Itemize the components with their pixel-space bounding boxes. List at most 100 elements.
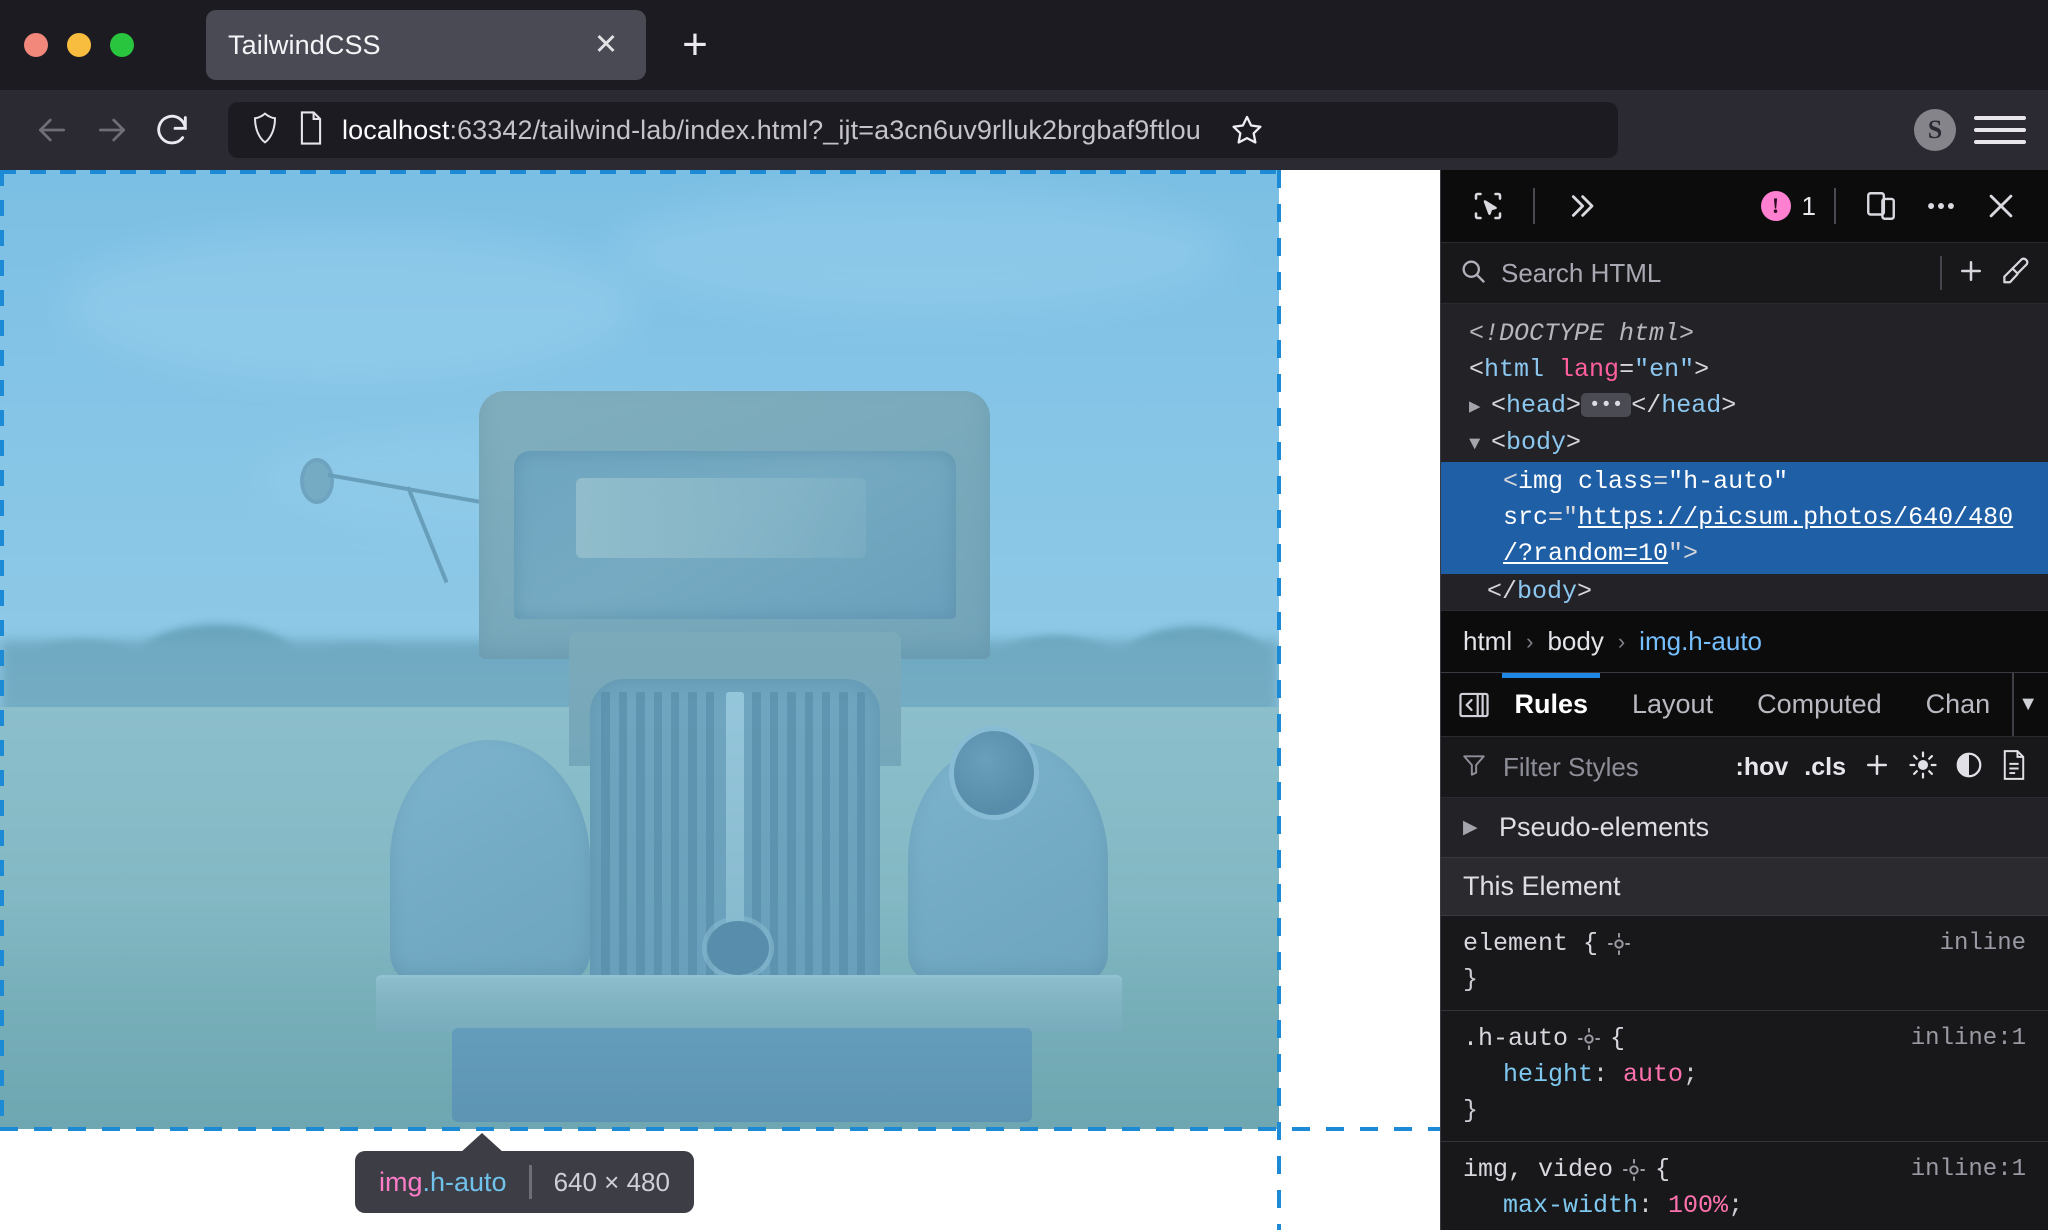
rule-selector[interactable]: element { — [1463, 926, 1598, 962]
dom-line-html-open[interactable]: <html lang="en"> — [1441, 352, 2048, 388]
search-input[interactable]: Search HTML — [1501, 258, 1926, 289]
navigation-toolbar: localhost:63342/tailwind-lab/index.html?… — [0, 90, 2048, 170]
minimize-window-button[interactable] — [67, 33, 91, 57]
tab-rules[interactable]: Rules — [1492, 673, 1610, 736]
highlight-target-icon[interactable] — [1576, 1026, 1602, 1052]
chevron-double-right-icon[interactable] — [1553, 182, 1607, 230]
css-declaration[interactable]: max-width: 100%; — [1463, 1188, 2026, 1224]
rule-source[interactable]: inline:1 — [1911, 1021, 2026, 1057]
collapsed-children-icon[interactable]: ••• — [1581, 393, 1632, 418]
dom-line-body-open[interactable]: ▼ <body> — [1441, 425, 2048, 462]
cloud — [63, 227, 640, 381]
class-toggle-button[interactable]: .cls — [1804, 753, 1846, 782]
search-divider — [1940, 256, 1942, 290]
filter-icon[interactable] — [1725, 1226, 1747, 1230]
rule-selector[interactable]: .h-auto — [1463, 1021, 1568, 1057]
pseudo-elements-row[interactable]: ▶ Pseudo-elements — [1441, 798, 2048, 859]
eyedropper-icon[interactable] — [2000, 256, 2030, 291]
highlight-target-icon[interactable] — [1606, 931, 1632, 957]
css-rule-element[interactable]: element { inline } — [1441, 916, 2048, 1012]
css-value[interactable]: 100% — [1668, 1191, 1728, 1220]
toolbar-right: S — [1854, 108, 2026, 152]
plus-icon[interactable]: + — [666, 16, 724, 74]
shield-icon[interactable] — [250, 111, 280, 150]
hover-toggle-button[interactable]: :hov — [1736, 753, 1789, 782]
tab-layout[interactable]: Layout — [1610, 673, 1735, 736]
error-badge[interactable]: ! 1 — [1760, 190, 1816, 222]
style-panel-tabs: Rules Layout Computed Chan ▼ — [1441, 672, 2048, 737]
error-count: 1 — [1801, 190, 1816, 221]
more-options-icon[interactable] — [1914, 182, 1968, 230]
star-icon[interactable] — [1219, 102, 1275, 158]
responsive-design-mode-icon[interactable] — [1854, 182, 1908, 230]
vintage-truck — [299, 390, 1122, 1123]
rules-section-header: This Element — [1441, 858, 2048, 917]
css-property[interactable]: max-width — [1463, 1191, 1638, 1220]
close-icon[interactable]: ✕ — [588, 27, 624, 63]
headlight — [949, 726, 1039, 821]
tab-changes[interactable]: Chan — [1904, 673, 2013, 736]
tooltip-tag: img — [379, 1166, 423, 1197]
rule-selector-row: img, video { inline:1 — [1463, 1152, 2026, 1188]
dom-line-body-close: </body> — [1487, 577, 1593, 606]
css-value[interactable]: auto — [1623, 1060, 1683, 1089]
tab-title: TailwindCSS — [228, 29, 381, 60]
arrow-left-icon[interactable] — [22, 100, 82, 160]
reload-icon[interactable] — [142, 100, 202, 160]
img-src-link-cont[interactable]: /?random=10 — [1503, 539, 1668, 568]
maximize-window-button[interactable] — [110, 33, 134, 57]
close-devtools-icon[interactable] — [1974, 182, 2028, 230]
extension-icon[interactable]: S — [1914, 109, 1956, 151]
css-rule-img-video[interactable]: img, video { inline:1 max-width: 100%; h… — [1441, 1142, 2048, 1230]
windshield-glare — [576, 477, 867, 559]
hamburger-menu-icon[interactable] — [1974, 108, 2026, 152]
moon-icon[interactable] — [1954, 750, 1984, 785]
plus-icon[interactable] — [1956, 256, 1986, 291]
css-declaration[interactable]: height: auto; — [1463, 1057, 2026, 1093]
browser-tab[interactable]: TailwindCSS ✕ — [206, 10, 646, 80]
arrow-right-icon[interactable] — [82, 100, 142, 160]
triangle-right-icon[interactable]: ▶ — [1463, 816, 1485, 839]
breadcrumb-item-body[interactable]: body — [1547, 626, 1603, 657]
devtools-toolbar: ! 1 — [1441, 170, 2048, 242]
triangle-right-icon[interactable]: ▶ — [1469, 389, 1491, 425]
dom-search-bar[interactable]: Search HTML — [1441, 242, 2048, 304]
toggle-sidebar-icon[interactable] — [1455, 673, 1492, 736]
style-filter-bar: Filter Styles :hov .cls — [1441, 736, 2048, 799]
rule-source[interactable]: inline:1 — [1911, 1152, 2026, 1188]
css-rules-list[interactable]: This Element element { inline } .h-auto … — [1441, 858, 2048, 1230]
rule-selector[interactable]: img, video — [1463, 1152, 1613, 1188]
css-rule-h-auto[interactable]: .h-auto { inline:1 height: auto; } — [1441, 1011, 2048, 1143]
rule-open-brace: { — [1610, 1024, 1626, 1054]
sun-icon[interactable] — [1908, 750, 1938, 785]
dom-line-head[interactable]: ▶ <head> ••• </head> — [1441, 388, 2048, 425]
photo-scene — [0, 170, 1279, 1129]
rule-selector-row: element { inline — [1463, 926, 2026, 962]
print-media-icon[interactable] — [2000, 749, 2028, 785]
css-property[interactable]: height — [1463, 1060, 1593, 1089]
triangle-down-icon[interactable]: ▼ — [1469, 426, 1491, 462]
css-declaration-overridden[interactable]: height: auto; — [1463, 1224, 2026, 1230]
window-controls — [24, 33, 134, 57]
rule-source[interactable]: inline — [1940, 926, 2026, 962]
plus-icon[interactable] — [1862, 750, 1892, 785]
tab-computed[interactable]: Computed — [1735, 673, 1904, 736]
url-bar[interactable]: localhost:63342/tailwind-lab/index.html?… — [228, 102, 1618, 158]
breadcrumb-item-img[interactable]: img.h-auto — [1639, 626, 1762, 657]
close-window-button[interactable] — [24, 33, 48, 57]
front-bumper — [375, 974, 1122, 1032]
element-picker-icon[interactable] — [1461, 182, 1515, 230]
inspected-image[interactable] — [0, 170, 1279, 1129]
highlight-target-icon[interactable] — [1621, 1157, 1647, 1183]
page-viewport[interactable]: img.h-auto 640 × 480 — [0, 170, 1440, 1230]
dom-node-selected-img[interactable]: <img class="h-auto" src="https://picsum.… — [1441, 462, 2048, 574]
chevron-down-icon[interactable]: ▼ — [2012, 673, 2048, 737]
rule-close-brace: } — [1463, 1096, 1479, 1126]
dom-tree[interactable]: <!DOCTYPE html> <html lang="en"> ▶ <head>… — [1441, 304, 2048, 611]
filter-icon — [1461, 752, 1487, 783]
filter-styles-input[interactable]: Filter Styles — [1503, 752, 1639, 783]
img-src-link[interactable]: https://picsum.photos/640/480 — [1578, 503, 2013, 532]
breadcrumb-item-html[interactable]: html — [1463, 626, 1512, 657]
pseudo-elements-label: Pseudo-elements — [1499, 812, 1710, 843]
breadcrumb-separator-2: › — [1617, 628, 1626, 654]
